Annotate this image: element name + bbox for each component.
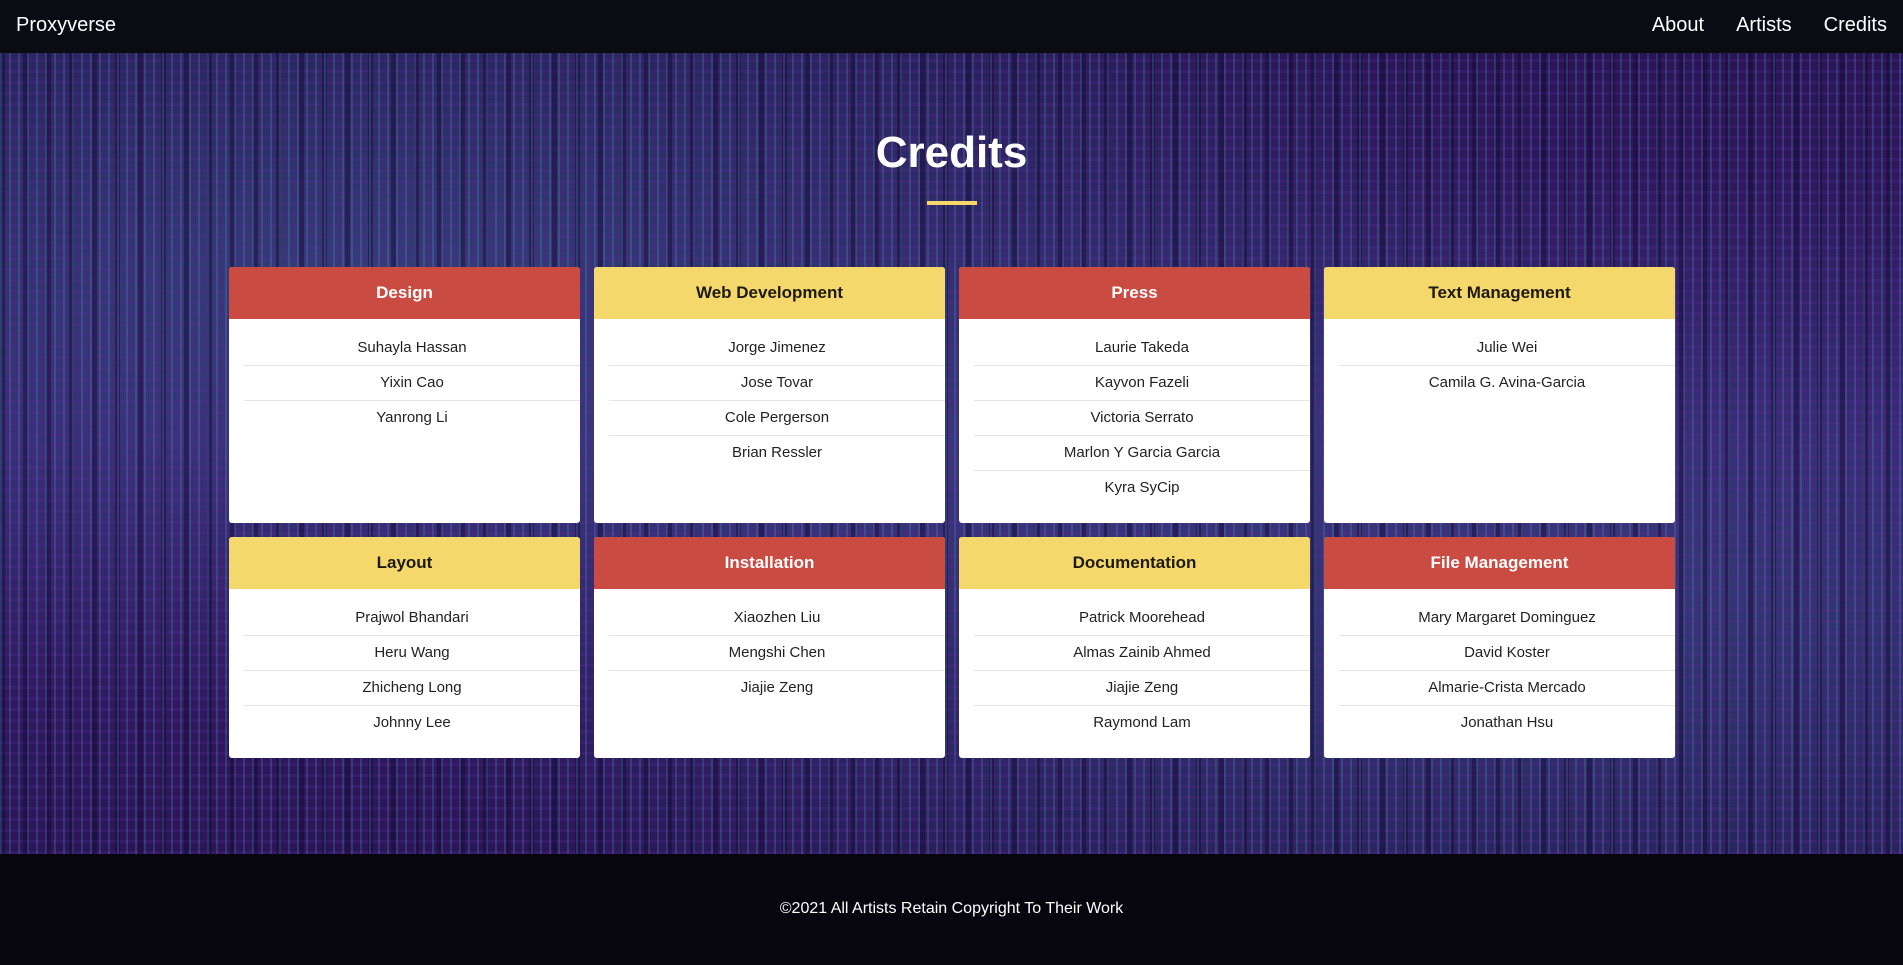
credit-name: Brian Ressler (731, 444, 823, 461)
footer-copyright: ©2021 All Artists Retain Copyright To Th… (779, 900, 1124, 917)
card-header: Press (959, 267, 1310, 319)
card-header: Design (229, 267, 580, 319)
credit-name: Victoria Serrato (974, 401, 1310, 436)
credit-name: Marlon Y Garcia Garcia (974, 436, 1310, 471)
credit-name-list: Patrick Moorehead Almas Zainib Ahmed Jiaji… (959, 589, 1310, 740)
credit-name: Almas Zainib Ahmed (974, 636, 1310, 671)
credit-name: Jiajie Zeng (974, 671, 1310, 706)
credit-name-list: Laurie Takeda Kayvon Fazeli Victoria Serra… (959, 319, 1310, 505)
credit-card-file-management: File Management Mary Margaret Dominguez Da… (1324, 537, 1675, 758)
credit-card-web-development: Web Development Jorge Jimenez Jose Tovar Co… (594, 267, 945, 523)
credit-card-layout: Layout Prajwol Bhandari Heru Wang Zhicheng … (229, 537, 580, 758)
nav-link-artists[interactable]: Artists (1736, 14, 1792, 37)
credit-name-list: Mary Margaret Dominguez David Koster Almar… (1324, 589, 1675, 740)
card-header: Installation (594, 537, 945, 589)
credit-name: Mengshi Chen (609, 636, 945, 671)
credit-name-list: Jorge Jimenez Jose Tovar Cole Pergerson Bri… (594, 319, 945, 470)
credit-name: Prajwol Bhandari (244, 601, 580, 636)
card-header: File Management (1324, 537, 1675, 589)
credit-name-list: Xiaozhen Liu Mengshi Chen Jiajie Zeng (594, 589, 945, 705)
credit-name-list: Suhayla Hassan Yixin Cao Yanrong Li (229, 319, 580, 435)
nav-link-about[interactable]: About (1652, 14, 1704, 37)
credit-name: Cole Pergerson (609, 401, 945, 436)
credit-card-press: Press Laurie Takeda Kayvon Fazeli Victoria … (959, 267, 1310, 523)
credit-name: Jiajie Zeng (740, 679, 814, 696)
footer: ©2021 All Artists Retain Copyright To Th… (0, 854, 1903, 965)
title-underline (927, 201, 977, 205)
credit-name: Kayvon Fazeli (974, 366, 1310, 401)
page-title: Credits (875, 128, 1028, 177)
credit-name: Heru Wang (244, 636, 580, 671)
credit-name: Xiaozhen Liu (609, 601, 945, 636)
credit-name: Yanrong Li (376, 409, 448, 426)
credit-name-list: Julie Wei Camila G. Avina-Garcia (1324, 319, 1675, 400)
credit-name: Mary Margaret Dominguez (1339, 601, 1675, 636)
brand-link[interactable]: Proxyverse (16, 14, 116, 37)
credit-name: Zhicheng Long (244, 671, 580, 706)
credits-grid: Design Suhayla Hassan Yixin Cao Yanrong Li W… (229, 267, 1675, 758)
credit-name: Julie Wei (1339, 331, 1675, 366)
credit-name: Laurie Takeda (974, 331, 1310, 366)
credit-name: Suhayla Hassan (244, 331, 580, 366)
credit-card-design: Design Suhayla Hassan Yixin Cao Yanrong Li (229, 267, 580, 523)
navbar: Proxyverse About Artists Credits (0, 0, 1903, 53)
credit-name: Almarie-Crista Mercado (1339, 671, 1675, 706)
credit-card-documentation: Documentation Patrick Moorehead Almas Zain… (959, 537, 1310, 758)
credit-name: Johnny Lee (373, 714, 451, 731)
card-header: Layout (229, 537, 580, 589)
credit-name: Jonathan Hsu (1460, 714, 1554, 731)
credit-card-installation: Installation Xiaozhen Liu Mengshi Chen Jiaj… (594, 537, 945, 758)
credit-name-list: Prajwol Bhandari Heru Wang Zhicheng Long Jo… (229, 589, 580, 740)
credit-name: Raymond Lam (1093, 714, 1191, 731)
credit-name: Patrick Moorehead (974, 601, 1310, 636)
credit-name: Jose Tovar (609, 366, 945, 401)
credit-name: Yixin Cao (244, 366, 580, 401)
card-header: Web Development (594, 267, 945, 319)
card-header: Text Management (1324, 267, 1675, 319)
nav-link-credits[interactable]: Credits (1824, 14, 1887, 37)
credit-card-text-management: Text Management Julie Wei Camila G. Avina-… (1324, 267, 1675, 523)
credit-name: David Koster (1339, 636, 1675, 671)
credit-name: Jorge Jimenez (609, 331, 945, 366)
card-header: Documentation (959, 537, 1310, 589)
credit-name: Camila G. Avina-Garcia (1428, 374, 1586, 391)
credit-name: Kyra SyCip (1104, 479, 1180, 496)
nav-links: About Artists Credits (1652, 14, 1887, 37)
